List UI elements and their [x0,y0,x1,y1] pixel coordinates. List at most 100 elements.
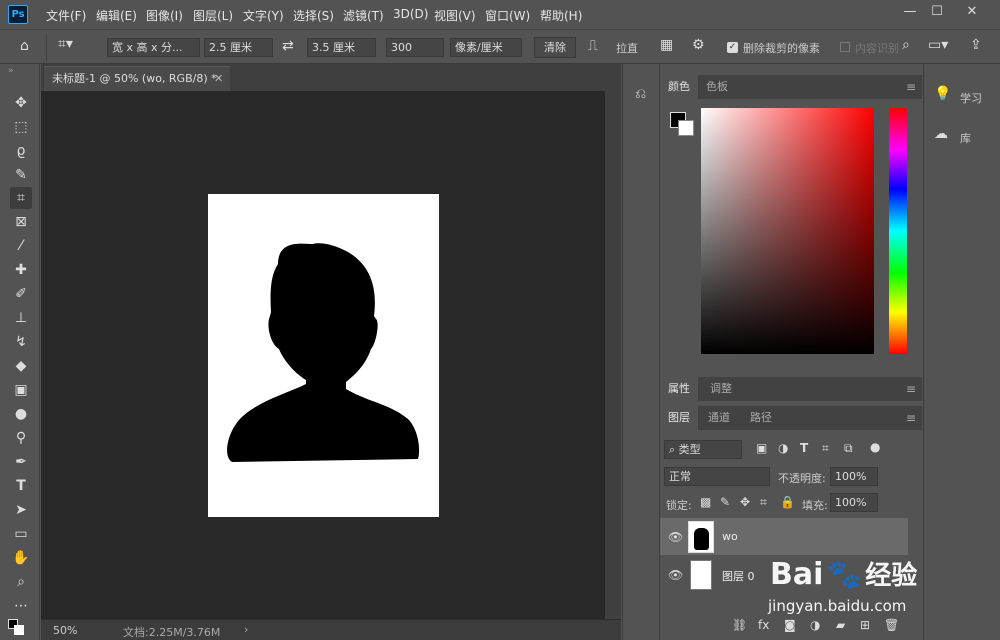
content-aware-checkbox[interactable] [840,42,850,52]
new-layer-icon[interactable]: ⊞ [860,618,870,632]
crop-tool-preset-icon[interactable]: ⌗▾ [58,36,73,52]
fx-icon[interactable]: fx [758,618,769,632]
ratio-select[interactable]: 宽 x 高 x 分... [107,38,200,57]
vertical-scrollbar[interactable] [605,91,621,619]
overlay-grid-icon[interactable]: ▦ [660,37,673,53]
straighten-icon[interactable]: ⎍ [588,38,598,54]
close-button[interactable]: ✕ [960,3,984,21]
panel-menu-icon[interactable]: ≡ [906,411,916,425]
tab-channels[interactable]: 通道 [700,406,738,430]
search-icon[interactable]: ⌕ [902,37,910,53]
lock-image-icon[interactable]: ✎ [720,495,730,509]
layer-filter-select[interactable]: ⌕ 类型 [664,440,742,459]
document-tab[interactable]: 未标题-1 @ 50% (wo, RGB/8) * ✕ [44,66,230,91]
collapse-icon[interactable]: » [8,66,14,76]
visibility-eye-icon[interactable]: 👁 [668,568,683,582]
share-icon[interactable]: ⇪ [970,37,982,53]
unit-select[interactable]: 像素/厘米 [450,38,522,57]
height-field[interactable]: 3.5 厘米 [307,38,376,57]
dodge-tool-icon[interactable]: ⚲ [10,427,32,449]
add-mask-icon[interactable]: ◙ [784,618,796,632]
move-tool-icon[interactable]: ✥ [10,92,32,114]
path-selection-tool-icon[interactable]: ➤ [10,499,32,521]
status-expand-icon[interactable]: › [244,623,248,636]
menu-view[interactable]: 视图(V) [434,7,476,24]
document-canvas[interactable] [208,194,439,517]
gradient-tool-icon[interactable]: ▣ [10,379,32,401]
filter-pixel-icon[interactable]: ▣ [756,441,767,455]
menu-help[interactable]: 帮助(H) [540,7,582,24]
blend-mode-select[interactable]: 正常 [664,467,770,486]
menu-edit[interactable]: 编辑(E) [96,7,137,24]
healing-brush-tool-icon[interactable]: ✚ [10,259,32,281]
menu-select[interactable]: 选择(S) [293,7,334,24]
trash-icon[interactable]: 🗑 [884,618,899,632]
pen-tool-icon[interactable]: ✒ [10,451,32,473]
marquee-tool-icon[interactable]: ⬚ [10,116,32,138]
frame-tool-icon[interactable]: ⊠ [10,211,32,233]
rectangle-tool-icon[interactable]: ▭ [10,523,32,545]
menu-3d[interactable]: 3D(D) [393,7,428,21]
zoom-tool-icon[interactable]: ⌕ [10,571,32,593]
width-field[interactable]: 2.5 厘米 [204,38,273,57]
tab-swatches[interactable]: 色板 [698,75,736,99]
straighten-label[interactable]: 拉直 [616,40,638,56]
group-folder-icon[interactable]: ▰ [836,618,845,632]
workspace-icon[interactable]: ▭▾ [928,37,948,53]
quick-select-tool-icon[interactable]: ✎ [10,164,32,186]
learn-panel-button[interactable]: 💡 学习 [924,80,1000,110]
history-icon[interactable]: ⎌ [635,86,646,102]
adjustment-layer-icon[interactable]: ◑ [810,618,820,632]
type-tool-icon[interactable]: T [10,475,32,497]
tab-properties[interactable]: 属性 [660,377,698,401]
filter-toggle-icon[interactable]: ● [870,440,880,454]
clear-button[interactable]: 清除 [534,37,576,58]
background-color-swatch[interactable] [14,625,24,635]
tab-adjustments[interactable]: 调整 [702,377,740,401]
brush-tool-icon[interactable]: ✐ [10,283,32,305]
minimize-button[interactable]: — [898,3,922,21]
swap-icon[interactable]: ⇄ [282,38,294,54]
eraser-tool-icon[interactable]: ◆ [10,355,32,377]
tab-paths[interactable]: 路径 [742,406,780,430]
resolution-field[interactable]: 300 [386,38,444,57]
lasso-tool-icon[interactable]: ϱ [10,140,32,162]
crop-tool-icon[interactable]: ⌗ [10,187,32,209]
menu-filter[interactable]: 滤镜(T) [343,7,384,24]
hue-slider[interactable] [889,108,907,354]
opacity-field[interactable]: 100% [830,467,878,486]
layer-row-wo[interactable]: 👁 wo [660,518,908,555]
lock-all-icon[interactable]: 🔒 [780,495,795,509]
menu-type[interactable]: 文字(Y) [243,7,284,24]
link-layers-icon[interactable]: ⛓ [732,618,747,632]
lock-transparent-icon[interactable]: ▩ [700,495,711,509]
maximize-button[interactable]: ☐ [925,3,949,21]
menu-layer[interactable]: 图层(L) [193,7,233,24]
filter-smart-object-icon[interactable]: ⧉ [844,441,853,456]
home-icon[interactable]: ⌂ [20,38,29,54]
eyedropper-tool-icon[interactable]: ⁄ [10,235,32,257]
gear-icon[interactable]: ⚙ [692,37,705,53]
history-brush-tool-icon[interactable]: ↯ [10,331,32,353]
tab-layers[interactable]: 图层 [660,406,698,430]
background-swatch[interactable] [678,120,694,136]
filter-shape-icon[interactable]: ⌗ [822,441,829,456]
more-tools-icon[interactable]: ⋯ [10,595,32,617]
delete-cropped-checkbox[interactable]: ✓ [727,42,738,53]
panel-menu-icon[interactable]: ≡ [906,80,916,94]
menu-window[interactable]: 窗口(W) [485,7,530,24]
menu-image[interactable]: 图像(I) [146,7,183,24]
filter-type-icon[interactable]: T [800,441,808,455]
panel-menu-icon[interactable]: ≡ [906,382,916,396]
hand-tool-icon[interactable]: ✋ [10,547,32,569]
clone-stamp-tool-icon[interactable]: ⊥ [10,307,32,329]
fill-field[interactable]: 100% [830,493,878,512]
close-tab-icon[interactable]: ✕ [214,67,223,90]
lock-artboard-icon[interactable]: ⌗ [760,495,767,510]
library-panel-button[interactable]: ☁ 库 [924,120,1000,150]
lock-position-icon[interactable]: ✥ [740,495,750,509]
menu-file[interactable]: 文件(F) [46,7,86,24]
zoom-level[interactable]: 50% [53,624,77,637]
tab-color[interactable]: 颜色 [660,75,698,99]
filter-adjustment-icon[interactable]: ◑ [778,441,788,455]
